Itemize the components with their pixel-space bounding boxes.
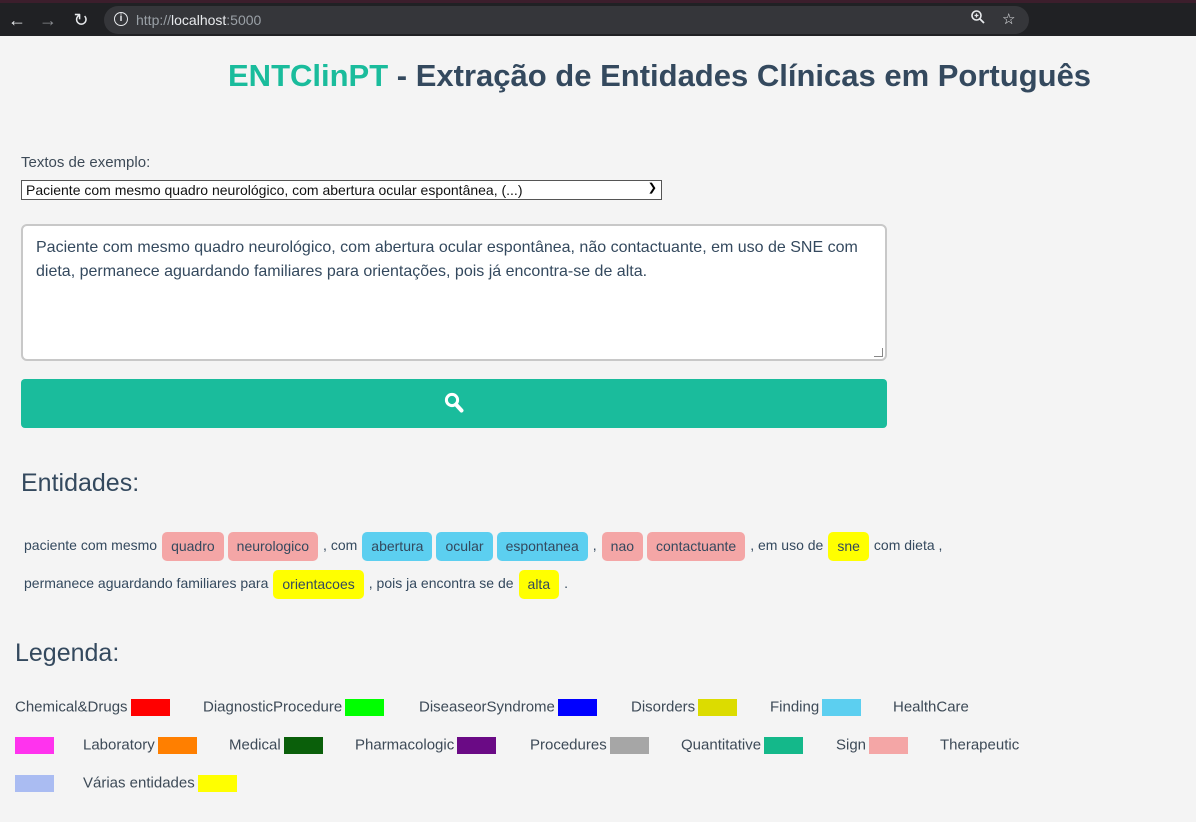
legend-item [15, 736, 54, 754]
examples-label: Textos de exemplo: [21, 154, 151, 171]
plain-text: com dieta , [873, 537, 943, 553]
legend-swatch [822, 698, 862, 716]
legend-label: Quantitative [681, 736, 762, 754]
legend-swatch [15, 774, 54, 792]
legend-swatch [698, 698, 738, 716]
chevron-down-icon: ❯ [647, 182, 657, 194]
plain-text: , em uso de [750, 537, 824, 553]
entities-heading: Entidades: [21, 469, 140, 497]
entity-tag: ocular [436, 531, 493, 561]
page-content: ENTClinPT - Extração de Entidades Clínic… [0, 36, 1196, 822]
legend-item: Medical [229, 736, 323, 754]
plain-text: , com [323, 537, 358, 553]
search-icon [444, 392, 464, 413]
entity-tag: abertura [362, 531, 433, 561]
legend-label: Procedures [530, 736, 607, 754]
clinical-text-value: Paciente com mesmo quadro neurológico, c… [36, 239, 858, 280]
legend-item: Therapeutic [940, 736, 1019, 754]
info-icon[interactable]: i [114, 12, 128, 26]
legend-swatch [197, 774, 237, 792]
plain-text: , pois ja encontra se de [368, 575, 514, 591]
legend-label: Finding [770, 698, 820, 716]
page-title: ENTClinPT - Extração de Entidades Clínic… [228, 58, 1091, 94]
legend-label: Therapeutic [940, 736, 1020, 754]
entity-tag: espontanea [496, 531, 588, 561]
address-bar[interactable]: i http://localhost:5000 ☆ [104, 6, 1029, 34]
url-text[interactable]: http://localhost:5000 [136, 12, 261, 28]
legend-swatch [15, 736, 54, 754]
entity-tag: quadro [162, 531, 224, 561]
legend-label: HealthCare [893, 698, 969, 716]
zoom-icon[interactable] [970, 9, 986, 32]
bookmark-star-icon[interactable]: ☆ [1002, 9, 1015, 31]
entity-tag: alta [518, 569, 560, 599]
legend-label: Laboratory [83, 736, 155, 754]
entity-tag: sne [828, 531, 869, 561]
url-scheme: http:// [136, 12, 172, 28]
legend-swatch [557, 698, 597, 716]
legend-swatch [609, 736, 649, 754]
browser-toolbar: ← → ↻ i http://localhost:5000 ☆ [0, 0, 1196, 36]
resize-handle-icon[interactable] [874, 348, 883, 357]
legend-item: Finding [770, 698, 862, 716]
entities-output: paciente com mesmo quadro neurologico, com… [21, 526, 1041, 602]
plain-text: permanece aguardando familiares para [24, 575, 269, 591]
plain-text: , [592, 537, 597, 553]
legend-label: DiseaseorSyndrome [419, 698, 555, 716]
entity-tag: contactuante [647, 531, 746, 561]
legend-item [15, 774, 54, 792]
examples-selected-value: Paciente com mesmo quadro neurológico, c… [26, 182, 523, 198]
plain-text: . [564, 575, 568, 591]
search-button[interactable] [21, 379, 887, 428]
legend-label: Sign [836, 736, 867, 754]
legend-label: Pharmacologic [355, 736, 455, 754]
legend-swatch [457, 736, 497, 754]
legend-item: Laboratory [83, 736, 197, 754]
legend-item: Quantitative [681, 736, 804, 754]
legend-heading: Legenda: [15, 639, 120, 667]
entity-tag: orientacoes [273, 569, 364, 599]
back-arrow-icon[interactable]: ← [4, 7, 30, 33]
legend-item: HealthCare [893, 698, 969, 716]
legend-label: Disorders [631, 698, 696, 716]
legend-swatch [130, 698, 170, 716]
legend-item: Chemical&Drugs [15, 698, 170, 716]
legend-swatch [283, 736, 323, 754]
legend-item: Disorders [631, 698, 738, 716]
url-port: :5000 [226, 12, 262, 28]
brand-name: ENTClinPT [228, 58, 389, 93]
legend-item: Procedures [530, 736, 649, 754]
legend-item: Várias entidades [83, 774, 237, 792]
legend-item: Pharmacologic [355, 736, 497, 754]
examples-select[interactable]: Paciente com mesmo quadro neurológico, c… [21, 180, 662, 200]
legend-swatch [157, 736, 197, 754]
legend-swatch [345, 698, 385, 716]
legend-swatch [764, 736, 804, 754]
legend-swatch [869, 736, 909, 754]
clinical-text-input[interactable]: Paciente com mesmo quadro neurológico, c… [21, 224, 887, 361]
url-host: localhost [171, 12, 227, 28]
legend-label: Várias entidades [83, 774, 195, 792]
legend-item: Sign [836, 736, 909, 754]
legend-label: DiagnosticProcedure [203, 698, 343, 716]
plain-text: paciente com mesmo [24, 537, 158, 553]
legend-label: Chemical&Drugs [15, 698, 128, 716]
legend-item: DiseaseorSyndrome [419, 698, 597, 716]
title-text: - Extração de Entidades Clínicas em Port… [388, 58, 1092, 93]
reload-icon[interactable]: ↻ [68, 7, 94, 33]
entity-tag: nao [601, 531, 644, 561]
legend-label: Medical [229, 736, 281, 754]
legend-item: DiagnosticProcedure [203, 698, 385, 716]
entity-tag: neurologico [227, 531, 319, 561]
forward-arrow-icon[interactable]: → [35, 7, 61, 33]
